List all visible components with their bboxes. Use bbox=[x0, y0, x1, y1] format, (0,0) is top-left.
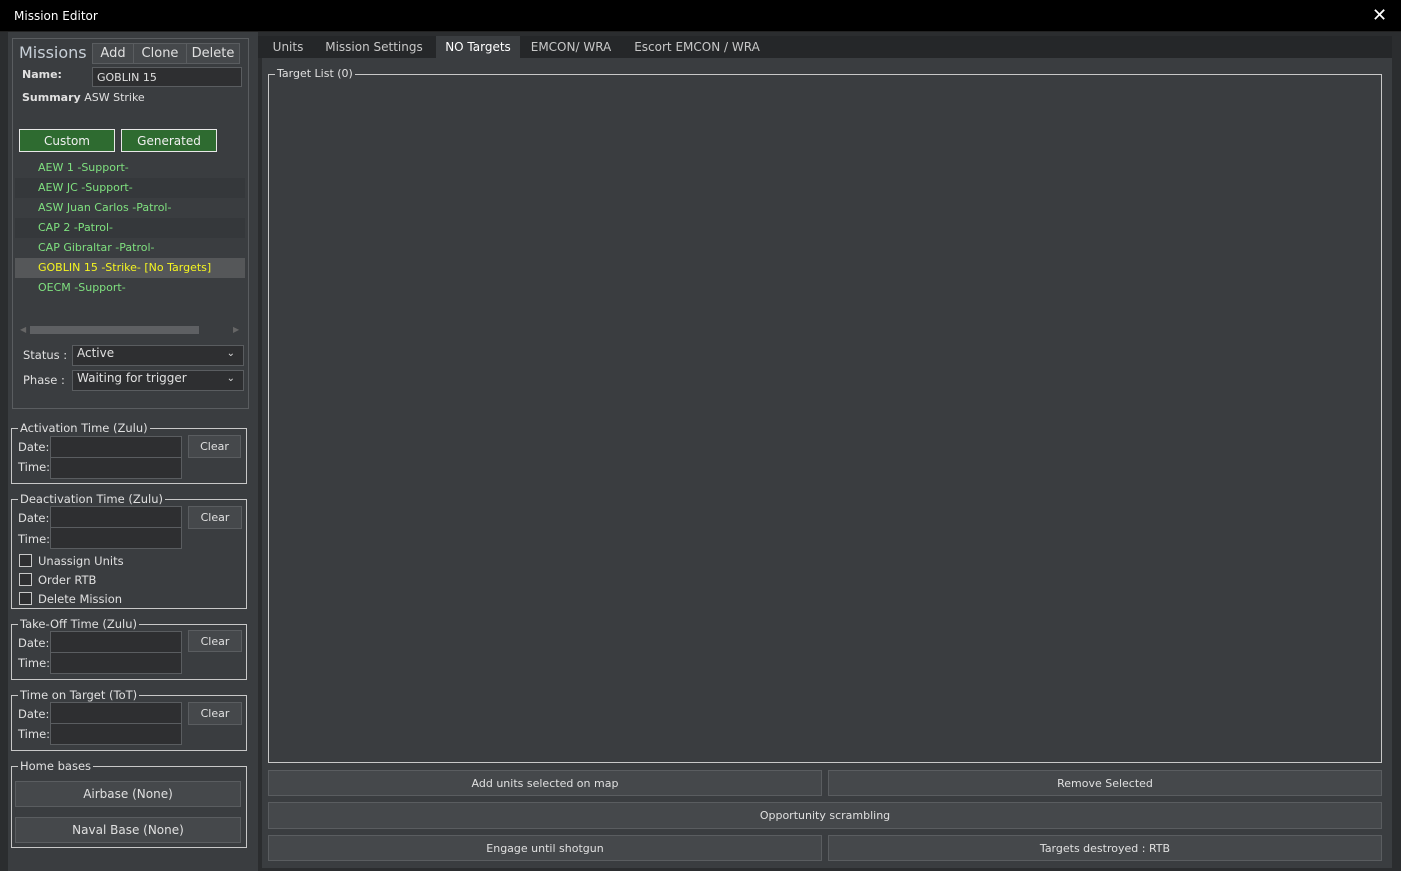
window-title: Mission Editor bbox=[14, 9, 98, 23]
mission-list-item[interactable]: AEW JC -Support- bbox=[15, 178, 245, 198]
horizontal-scrollbar[interactable]: ◀ ▶ bbox=[20, 325, 240, 335]
takeoff-legend: Take-Off Time (Zulu) bbox=[18, 617, 140, 631]
phase-select[interactable]: Waiting for trigger ⌄ bbox=[72, 370, 244, 391]
deactivation-date-input[interactable] bbox=[50, 506, 182, 528]
time-label: Time: bbox=[18, 460, 51, 474]
summary-value: ASW Strike bbox=[84, 91, 145, 104]
scrollbar-thumb[interactable] bbox=[30, 326, 199, 334]
unassign-units-label: Unassign Units bbox=[38, 554, 124, 568]
target-list-legend: Target List (0) bbox=[275, 67, 355, 80]
title-bar bbox=[0, 0, 1401, 32]
missions-heading: Missions bbox=[19, 43, 87, 62]
deactivation-legend: Deactivation Time (Zulu) bbox=[18, 492, 165, 506]
targets-destroyed-rtb-button[interactable]: Targets destroyed : RTB bbox=[828, 835, 1382, 861]
date-label: Date: bbox=[18, 707, 50, 721]
activation-clear-button[interactable]: Clear bbox=[188, 435, 241, 458]
tot-clear-button[interactable]: Clear bbox=[188, 702, 242, 725]
tab-no-targets[interactable]: NO Targets bbox=[436, 36, 520, 58]
delete-mission-button[interactable]: Delete bbox=[186, 43, 240, 64]
time-label: Time: bbox=[18, 656, 51, 670]
opportunity-scrambling-button[interactable]: Opportunity scrambling bbox=[268, 802, 1382, 829]
status-value: Active bbox=[77, 346, 115, 360]
tot-date-input[interactable] bbox=[50, 702, 182, 724]
order-rtb-checkbox[interactable] bbox=[19, 573, 32, 586]
phase-value: Waiting for trigger bbox=[77, 371, 187, 385]
status-select[interactable]: Active ⌄ bbox=[72, 345, 244, 366]
tot-time-input[interactable] bbox=[50, 723, 182, 745]
date-label: Date: bbox=[18, 440, 50, 454]
tab-emcon-wra[interactable]: EMCON/ WRA bbox=[520, 36, 622, 58]
phase-label: Phase : bbox=[23, 373, 65, 387]
remove-selected-button[interactable]: Remove Selected bbox=[828, 770, 1382, 796]
add-mission-button[interactable]: Add bbox=[92, 43, 134, 64]
custom-button[interactable]: Custom bbox=[19, 129, 115, 152]
time-label: Time: bbox=[18, 532, 51, 546]
name-input[interactable]: GOBLIN 15 bbox=[92, 67, 242, 87]
activation-date-input[interactable] bbox=[50, 436, 182, 458]
unassign-units-checkbox[interactable] bbox=[19, 554, 32, 567]
mission-list-item[interactable]: ASW Juan Carlos -Patrol- bbox=[15, 198, 245, 218]
tab-escort-emcon-wra[interactable]: Escort EMCON / WRA bbox=[626, 36, 768, 58]
takeoff-date-input[interactable] bbox=[50, 631, 182, 653]
name-label: Name: bbox=[22, 68, 62, 81]
target-list-group: Target List (0) bbox=[268, 67, 1382, 763]
chevron-down-icon: ⌄ bbox=[226, 348, 235, 359]
engage-until-shotgun-button[interactable]: Engage until shotgun bbox=[268, 835, 822, 861]
order-rtb-label: Order RTB bbox=[38, 573, 97, 587]
close-icon[interactable]: ✕ bbox=[1372, 5, 1387, 26]
chevron-down-icon: ⌄ bbox=[226, 373, 235, 384]
tot-legend: Time on Target (ToT) bbox=[18, 688, 140, 702]
mission-list-item[interactable]: CAP 2 -Patrol- bbox=[15, 218, 245, 238]
time-label: Time: bbox=[18, 727, 51, 741]
mission-list-item[interactable]: CAP Gibraltar -Patrol- bbox=[15, 238, 245, 258]
add-units-button[interactable]: Add units selected on map bbox=[268, 770, 822, 796]
mission-list-item[interactable]: OECM -Support- bbox=[15, 278, 245, 298]
clone-mission-button[interactable]: Clone bbox=[133, 43, 187, 64]
home-bases-legend: Home bases bbox=[18, 759, 94, 773]
tab-mission-settings[interactable]: Mission Settings bbox=[318, 36, 430, 58]
airbase-button[interactable]: Airbase (None) bbox=[15, 781, 241, 807]
takeoff-time-input[interactable] bbox=[50, 652, 182, 674]
scroll-right-icon[interactable]: ▶ bbox=[233, 325, 239, 334]
generated-button[interactable]: Generated bbox=[121, 129, 217, 152]
deactivation-time-input[interactable] bbox=[50, 527, 182, 549]
date-label: Date: bbox=[18, 636, 50, 650]
naval-base-button[interactable]: Naval Base (None) bbox=[15, 817, 241, 843]
activation-time-input[interactable] bbox=[50, 457, 182, 479]
mission-list-item[interactable]: AEW 1 -Support- bbox=[15, 158, 245, 178]
status-label: Status : bbox=[23, 348, 68, 362]
delete-mission-label: Delete Mission bbox=[38, 592, 123, 606]
scroll-left-icon[interactable]: ◀ bbox=[20, 325, 26, 334]
activation-legend: Activation Time (Zulu) bbox=[18, 421, 150, 435]
tab-units[interactable]: Units bbox=[262, 36, 314, 58]
summary-label: Summary bbox=[22, 91, 81, 104]
date-label: Date: bbox=[18, 511, 50, 525]
mission-list-item[interactable]: GOBLIN 15 -Strike- [No Targets] bbox=[15, 258, 245, 278]
delete-mission-checkbox[interactable] bbox=[19, 592, 32, 605]
takeoff-clear-button[interactable]: Clear bbox=[188, 630, 242, 652]
deactivation-clear-button[interactable]: Clear bbox=[188, 506, 242, 529]
